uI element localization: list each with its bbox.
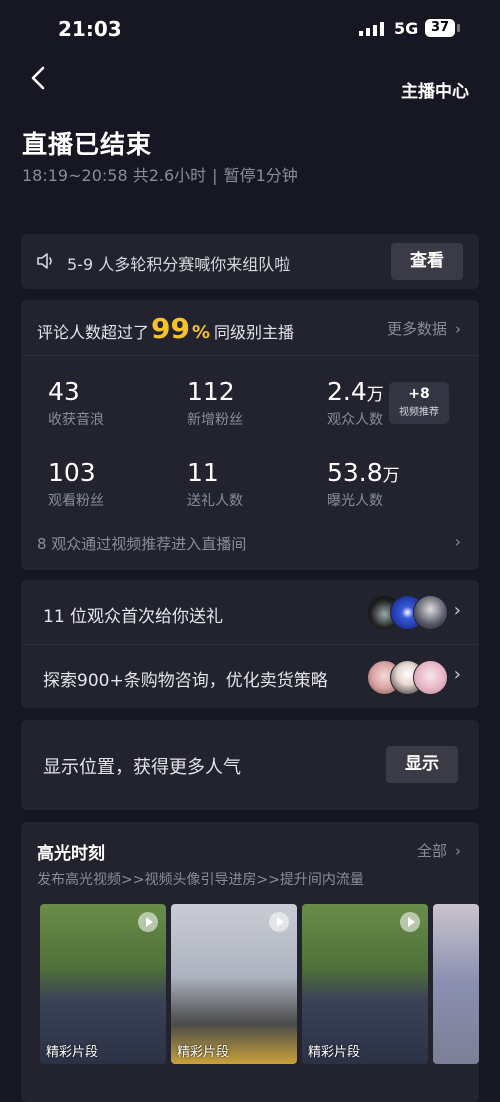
stat-label: 观众人数 [327,412,383,428]
notice-text: 5-9 人多轮积分赛喊你来组队啦 [67,255,291,274]
avatar [413,660,448,695]
pause-duration: 暂停1分钟 [223,166,298,185]
stat-value: 43 [48,377,80,406]
play-icon [138,912,158,932]
highlights-all-link[interactable]: 全部 › [417,840,461,861]
divider [21,355,479,356]
show-location-card: 显示位置，获得更多人气 显示 [21,720,479,810]
highlight-clip-thumbnail[interactable]: 精彩片段 [171,904,297,1064]
stat-new-fans: 112 新增粉丝 [187,377,243,429]
stat-label: 收获音浪 [48,412,104,428]
video-recommend-footer[interactable]: 8 观众通过视频推荐进入直播间 [37,533,246,554]
show-location-button[interactable]: 显示 [386,746,458,783]
page-title: 直播已结束 [22,130,153,159]
headline-percent-sign: % [191,322,211,343]
highlights-card: 高光时刻 全部 › 发布高光视频>>视频头像引导进房>>提升间内流量 精彩片段 精… [21,822,479,1102]
badge-label: 视频推荐 [399,407,439,418]
time-range: 18:19~20:58 共2.6小时 [22,166,207,185]
chevron-right-icon: › [455,842,461,860]
streamer-center-link[interactable]: 主播中心 [401,77,469,102]
signal-icon [359,22,384,36]
stat-value: 103 [48,458,96,487]
stat-label: 观看粉丝 [48,493,104,509]
stats-headline: 评论人数超过了 99 % 同级别主播 [37,312,294,345]
stat-value: 11 [187,458,219,487]
clip-label: 精彩片段 [46,1045,99,1060]
stream-duration: 18:19~20:58 共2.6小时 | 暂停1分钟 [22,162,298,186]
event-notice-card: 5-9 人多轮积分赛喊你来组队啦 查看 [21,234,479,289]
highlights-title: 高光时刻 [37,844,105,864]
highlight-clip-thumbnail[interactable]: 精彩片段 [40,904,166,1064]
highlight-clip-thumbnail[interactable] [433,904,479,1064]
headline-prefix: 评论人数超过了 [37,323,150,342]
stat-exposure: 53.8万 曝光人数 [327,458,400,510]
stat-sound-waves: 43 收获音浪 [48,377,104,429]
chevron-right-icon[interactable]: › [455,532,461,551]
stat-label: 送礼人数 [187,493,243,509]
network-label: 5G [394,19,419,38]
back-arrow-icon[interactable] [28,64,50,92]
stat-value: 112 [187,377,235,406]
highlights-subtitle: 发布高光视频>>视频头像引导进房>>提升间内流量 [37,872,364,888]
stat-gift-givers: 11 送礼人数 [187,458,243,510]
chevron-right-icon[interactable]: › [454,664,461,685]
divider-bar: | [212,166,218,185]
chevron-right-icon[interactable]: › [454,600,461,621]
highlight-clip-thumbnail[interactable]: 精彩片段 [302,904,428,1064]
divider [21,644,479,645]
stat-watching-fans: 103 观看粉丝 [48,458,104,510]
all-label: 全部 [416,842,447,860]
headline-percent: 99 [151,312,190,345]
location-prompt: 显示位置，获得更多人气 [43,757,241,778]
view-button[interactable]: 查看 [391,243,463,280]
battery-tip [457,24,460,32]
stats-card: 评论人数超过了 99 % 同级别主播 更多数据 › 43 收获音浪 112 新增粉… [21,300,479,570]
more-data-link[interactable]: 更多数据 › [387,318,461,339]
status-time: 21:03 [58,17,122,41]
clip-label: 精彩片段 [308,1045,361,1060]
more-data-label: 更多数据 [386,320,447,338]
video-recommend-badge: +8 视频推荐 [389,382,449,424]
play-icon [400,912,420,932]
shopping-insight-row[interactable]: 探索900+条购物咨询，优化卖货策略 [43,666,328,691]
insights-card: 11 位观众首次给你送礼 › 探索900+条购物咨询，优化卖货策略 › [21,580,479,708]
first-gift-row[interactable]: 11 位观众首次给你送礼 [43,602,223,627]
stat-value: 53.8万 [327,458,400,487]
play-icon [269,912,289,932]
status-bar: 21:03 5G 37 [0,0,500,60]
battery-icon: 37 [425,19,455,37]
stat-label: 曝光人数 [327,493,383,509]
stat-viewers: 2.4万 观众人数 [327,377,384,429]
badge-value: +8 [408,386,430,402]
stat-label: 新增粉丝 [187,412,243,428]
clip-label: 精彩片段 [177,1045,230,1060]
speaker-icon [37,253,52,269]
chevron-right-icon: › [455,320,461,338]
headline-suffix: 同级别主播 [214,323,295,342]
stat-value: 2.4万 [327,377,384,406]
avatar [413,595,448,630]
